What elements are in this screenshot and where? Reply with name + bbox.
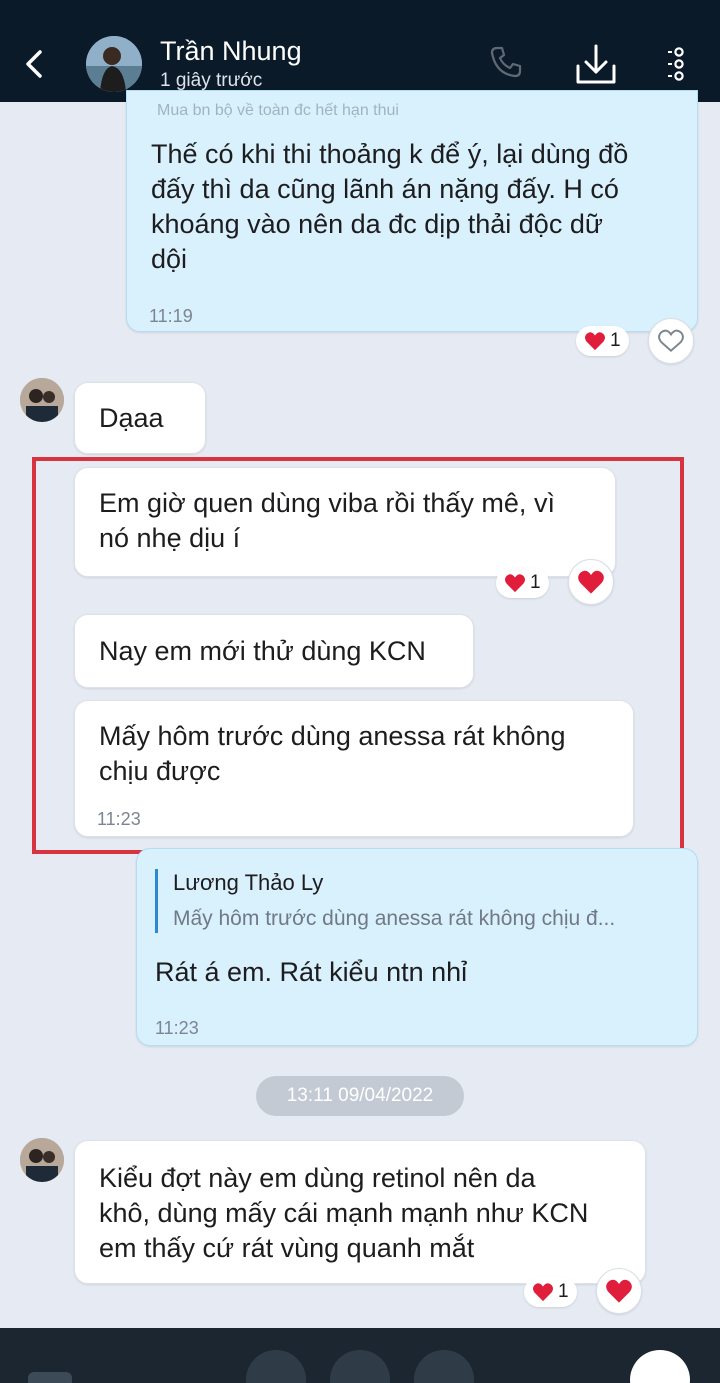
react-button[interactable]: [568, 559, 614, 605]
message-bubble-received[interactable]: Kiểu đợt này em dùng retinol nên da khô,…: [74, 1140, 646, 1284]
message-text: Mấy hôm trước dùng anessa rát không chịu…: [99, 721, 566, 786]
forward-icon[interactable]: [630, 1350, 690, 1383]
reaction-count-value: 1: [558, 1281, 569, 1302]
heart-icon: [533, 1283, 553, 1302]
contact-status: 1 giây trước: [160, 70, 263, 91]
message-text: Rát á em. Rát kiểu ntn nhỉ: [155, 957, 468, 987]
react-button[interactable]: [596, 1268, 642, 1314]
date-separator: 13:11 09/04/2022: [256, 1076, 464, 1116]
quote-bar: [155, 869, 158, 933]
sender-avatar[interactable]: [20, 378, 64, 422]
reaction-count[interactable]: 1: [576, 326, 629, 356]
reaction-count-value: 1: [610, 330, 621, 351]
message-time: 11:19: [149, 306, 193, 326]
message-text: Em giờ quen dùng viba rồi thấy mê, vì nó…: [99, 488, 555, 553]
chat-header: Trần Nhung 1 giây trước: [0, 0, 720, 102]
contact-name[interactable]: Trần Nhung: [160, 36, 302, 67]
download-icon[interactable]: [572, 42, 620, 88]
quoted-text-remnant: Mua bn bộ về toàn đc hết hạn thui: [157, 102, 399, 119]
heart-icon: [505, 574, 525, 593]
message-time: 11:23: [97, 809, 141, 829]
message-text: Nay em mới thử dùng KCN: [99, 636, 426, 666]
message-text: Kiểu đợt này em dùng retinol nên da khô,…: [99, 1163, 589, 1263]
message-text: Thế có khi thi thoảng k để ý, lại dùng đ…: [151, 139, 629, 274]
more-vertical-icon[interactable]: [664, 44, 694, 84]
heart-icon: [606, 1279, 632, 1303]
reaction-count-value: 1: [530, 572, 541, 593]
sticker-icon[interactable]: [28, 1372, 72, 1383]
emoji-icon[interactable]: [330, 1350, 390, 1383]
reaction-count[interactable]: 1: [496, 568, 549, 598]
back-arrow-icon[interactable]: [20, 44, 50, 84]
message-time: 11:23: [155, 1018, 199, 1038]
heart-icon: [585, 332, 605, 351]
contact-avatar[interactable]: [86, 36, 142, 92]
react-button[interactable]: [648, 318, 694, 364]
message-bubble-sent[interactable]: Lương Thảo Ly Mấy hôm trước dùng anessa …: [136, 848, 698, 1046]
message-text: Dạaa: [99, 403, 164, 433]
heart-icon: [578, 570, 604, 594]
heart-outline-icon: [658, 329, 684, 353]
message-bubble-received[interactable]: Nay em mới thử dùng KCN: [74, 614, 474, 688]
message-bubble-received[interactable]: Em giờ quen dùng viba rồi thấy mê, vì nó…: [74, 467, 616, 577]
composer-bar: [0, 1328, 720, 1383]
phone-icon[interactable]: [488, 44, 524, 80]
quote-text: Mấy hôm trước dùng anessa rát không chịu…: [173, 907, 616, 930]
sender-avatar[interactable]: [20, 1138, 64, 1182]
like-icon[interactable]: [414, 1350, 474, 1383]
message-bubble-received[interactable]: Mấy hôm trước dùng anessa rát không chịu…: [74, 700, 634, 837]
quick-heart-icon[interactable]: [246, 1350, 306, 1383]
quote-author: Lương Thảo Ly: [173, 870, 324, 895]
message-bubble-sent[interactable]: Mua bn bộ về toàn đc hết hạn thui Thế có…: [126, 90, 698, 332]
reaction-count[interactable]: 1: [524, 1277, 577, 1307]
message-bubble-received[interactable]: Dạaa: [74, 382, 206, 454]
